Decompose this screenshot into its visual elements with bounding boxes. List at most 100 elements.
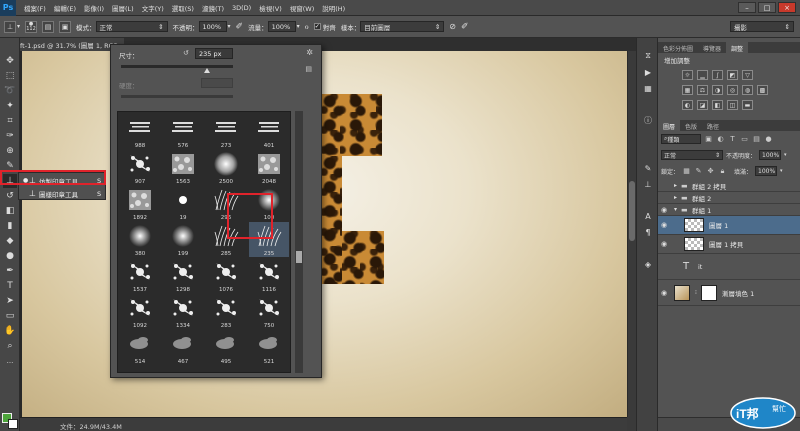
- levels-icon[interactable]: ▁: [697, 70, 708, 80]
- menu-filter[interactable]: 濾鏡(T): [202, 3, 224, 13]
- fill-input[interactable]: 100%: [755, 166, 778, 176]
- lock-position-icon[interactable]: ✥: [706, 167, 715, 175]
- vibrance-icon[interactable]: ▽: [742, 70, 753, 80]
- move-tool-icon[interactable]: ✥: [3, 54, 17, 68]
- layer-row[interactable]: ◉ 圖層 1: [658, 216, 800, 235]
- filter-toggle-icon[interactable]: ●: [764, 135, 773, 143]
- layer-row[interactable]: ◉ ▾ ▬ 群組 1: [658, 204, 800, 216]
- preset-dropdown-icon[interactable]: ▾: [17, 23, 20, 30]
- brush-preset-soft[interactable]: 199: [163, 222, 203, 257]
- fill-dropdown-icon[interactable]: ▾: [780, 168, 783, 174]
- shape-tool-icon[interactable]: ▭: [3, 309, 17, 323]
- pen-tool-icon[interactable]: ✒: [3, 264, 17, 278]
- menu-edit[interactable]: 編輯(E): [54, 3, 76, 13]
- layer-opacity-input[interactable]: 100%: [759, 150, 782, 160]
- filter-pixel-icon[interactable]: ▣: [704, 135, 713, 143]
- layer-row[interactable]: ◉ 圖層 1 拷貝: [658, 235, 800, 254]
- workspace-select[interactable]: 攝影 ⇕: [730, 21, 794, 32]
- brightness-contrast-icon[interactable]: ☼: [682, 70, 693, 80]
- layer-row[interactable]: Tit: [658, 254, 800, 280]
- blend-mode-select[interactable]: 正常 ⇕: [661, 150, 723, 160]
- visibility-eye-icon[interactable]: ◉: [658, 221, 670, 229]
- history-brush-tool-icon[interactable]: ↺: [3, 189, 17, 203]
- brush-size-picker[interactable]: ● 112: [25, 20, 38, 33]
- channel-mixer-icon[interactable]: ◍: [742, 85, 753, 95]
- tab-histogram[interactable]: 色彩分佈圖: [658, 42, 698, 53]
- brush-preset-splat[interactable]: 1298: [163, 258, 203, 293]
- black-white-icon[interactable]: ◑: [712, 85, 723, 95]
- size-input[interactable]: 235 px: [195, 48, 233, 59]
- brush-preset-splat[interactable]: 1537: [120, 258, 160, 293]
- scroll-thumb[interactable]: [296, 251, 302, 263]
- clone-source-panel-icon[interactable]: ▣: [59, 20, 72, 33]
- airbrush-icon[interactable]: ℴ: [305, 22, 309, 32]
- hand-tool-icon[interactable]: ✋: [3, 324, 17, 338]
- gradient-tool-icon[interactable]: ▮: [3, 219, 17, 233]
- brush-preset-smoke[interactable]: [206, 366, 246, 372]
- brush-preset-splat[interactable]: 1116: [249, 258, 289, 293]
- brush-preset-splat[interactable]: 1076: [206, 258, 246, 293]
- eyedropper-tool-icon[interactable]: ✑: [3, 129, 17, 143]
- close-button[interactable]: ×: [778, 2, 796, 13]
- threshold-icon[interactable]: ◧: [712, 100, 723, 110]
- curves-icon[interactable]: ∫: [712, 70, 723, 80]
- paragraph-panel-icon[interactable]: ¶: [641, 226, 655, 238]
- brush-preset-dry[interactable]: 273: [206, 114, 246, 149]
- lock-all-icon[interactable]: 🔒︎: [718, 167, 727, 176]
- size-slider[interactable]: [121, 65, 233, 68]
- type-tool-icon[interactable]: T: [3, 279, 17, 293]
- clone-source-icon[interactable]: ⊥: [641, 178, 655, 190]
- opacity-dropdown-icon[interactable]: ▾: [784, 152, 787, 158]
- magic-wand-tool-icon[interactable]: ✦: [3, 99, 17, 113]
- actions-panel-icon[interactable]: ▶: [641, 66, 655, 78]
- brush-preset-smoke[interactable]: [249, 366, 289, 372]
- lock-transparent-icon[interactable]: ▦: [682, 167, 691, 175]
- crop-tool-icon[interactable]: ⌗: [3, 114, 17, 128]
- character-panel-icon[interactable]: A: [641, 210, 655, 222]
- pressure-size-icon[interactable]: ✐: [461, 22, 469, 32]
- opacity-dropdown-icon[interactable]: ▾: [228, 23, 231, 30]
- chevron-right-icon[interactable]: ▸: [674, 182, 681, 189]
- layer-row[interactable]: ▸ ▬ 群組 2 拷貝: [658, 180, 800, 192]
- brush-preset-splat[interactable]: 1092: [120, 294, 160, 329]
- posterize-icon[interactable]: ◪: [697, 100, 708, 110]
- brush-preset-texture[interactable]: 1563: [163, 150, 203, 185]
- brush-preset-splat[interactable]: 907: [120, 150, 160, 185]
- visibility-eye-icon[interactable]: ◉: [658, 240, 670, 248]
- brush-preset-splat[interactable]: 283: [206, 294, 246, 329]
- menu-view[interactable]: 檢視(V): [259, 3, 282, 13]
- chevron-down-icon[interactable]: ▾: [674, 206, 681, 213]
- lock-pixels-icon[interactable]: ✎: [694, 167, 703, 175]
- brush-preset-dry[interactable]: 401: [249, 114, 289, 149]
- color-balance-icon[interactable]: ⚖: [697, 85, 708, 95]
- clone-stamp-preset-icon[interactable]: ⊥: [4, 20, 16, 33]
- tab-channels[interactable]: 色版: [680, 120, 702, 131]
- brush-preset-splat[interactable]: 1334: [163, 294, 203, 329]
- layer-row[interactable]: ◉ ⁝ 漸層填色 1: [658, 280, 800, 306]
- invert-icon[interactable]: ◐: [682, 100, 693, 110]
- opacity-input[interactable]: 100%: [198, 21, 227, 32]
- brush-panel-toggle-icon[interactable]: ▤: [42, 20, 55, 33]
- history-panel-icon[interactable]: ⧖: [641, 50, 655, 62]
- eraser-tool-icon[interactable]: ◧: [3, 204, 17, 218]
- info-panel-icon[interactable]: ⓘ: [641, 114, 655, 126]
- brush-preset-smoke[interactable]: 514: [120, 330, 160, 365]
- scroll-thumb[interactable]: [629, 181, 635, 241]
- layer-comps-icon[interactable]: ▦: [641, 82, 655, 94]
- visibility-eye-icon[interactable]: ◉: [658, 289, 670, 297]
- filter-shape-icon[interactable]: ▭: [740, 135, 749, 143]
- visibility-eye-icon[interactable]: ◉: [658, 206, 670, 214]
- brush-preset-texture[interactable]: 2048: [249, 150, 289, 185]
- brush-preset-texture[interactable]: 1892: [120, 186, 160, 221]
- brush-panel-icon[interactable]: ✎: [641, 162, 655, 174]
- hue-saturation-icon[interactable]: ▦: [682, 85, 693, 95]
- hardness-input[interactable]: [201, 78, 233, 88]
- filter-smart-object-icon[interactable]: ▤: [752, 135, 761, 143]
- photo-filter-icon[interactable]: ◎: [727, 85, 738, 95]
- brush-preset-hard[interactable]: 19: [163, 186, 203, 221]
- brush-preset-smoke[interactable]: [120, 366, 160, 372]
- layer-row[interactable]: ▸ ▬ 群組 2: [658, 192, 800, 204]
- selective-color-icon[interactable]: ◫: [727, 100, 738, 110]
- menu-layer[interactable]: 圖層(L): [112, 3, 134, 13]
- minimize-button[interactable]: –: [738, 2, 756, 13]
